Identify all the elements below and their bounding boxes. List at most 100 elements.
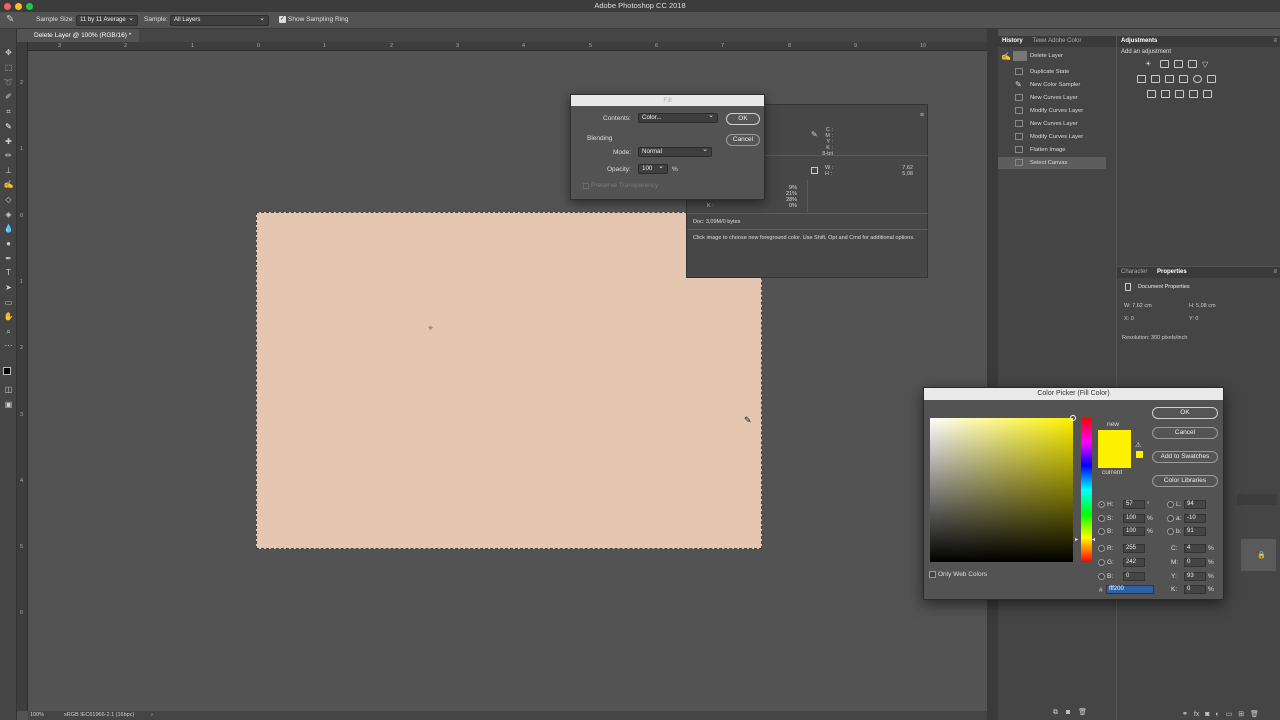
- red-radio[interactable]: [1098, 545, 1105, 552]
- history-item[interactable]: Flatten Image: [998, 144, 1106, 156]
- saturation-radio[interactable]: [1098, 515, 1105, 522]
- document-width[interactable]: W: 7,62 cm: [1124, 303, 1152, 309]
- hue-slider-handle-left[interactable]: ▸: [1075, 536, 1078, 543]
- vibrance-icon[interactable]: ▽: [1202, 60, 1211, 69]
- layer-mask-icon[interactable]: ◙: [1205, 711, 1209, 718]
- exposure-icon[interactable]: [1188, 60, 1197, 68]
- invert-icon[interactable]: [1147, 90, 1156, 98]
- gamut-warning-icon[interactable]: ⚠: [1135, 441, 1141, 449]
- document-tab[interactable]: Delete Layer @ 100% (RGB/16) *: [17, 29, 140, 42]
- threshold-icon[interactable]: [1175, 90, 1184, 98]
- color-balance-icon[interactable]: [1151, 75, 1160, 83]
- move-tool-icon[interactable]: ✥: [3, 47, 14, 58]
- levels-icon[interactable]: [1160, 60, 1169, 68]
- cyan-input[interactable]: 4: [1184, 544, 1206, 553]
- tab-adjustments[interactable]: Adjustments: [1117, 36, 1161, 47]
- zoom-window-button[interactable]: [26, 3, 33, 10]
- clone-stamp-tool-icon[interactable]: ⊥: [3, 165, 14, 176]
- hex-input[interactable]: fff200: [1106, 585, 1154, 594]
- a-input[interactable]: -10: [1184, 514, 1206, 523]
- eraser-tool-icon[interactable]: ◇: [3, 194, 14, 205]
- b-lab-radio[interactable]: [1167, 528, 1174, 535]
- history-item[interactable]: Duplicate State: [998, 66, 1106, 78]
- hue-input[interactable]: 57: [1123, 500, 1145, 509]
- zoom-tool-icon[interactable]: ⌕: [3, 326, 14, 337]
- add-to-swatches-button[interactable]: Add to Swatches: [1152, 451, 1218, 463]
- trash-icon[interactable]: 🗑: [1078, 709, 1087, 716]
- picker-ok-button[interactable]: OK: [1152, 407, 1218, 419]
- status-menu-chevron-icon[interactable]: ›: [151, 711, 153, 720]
- foreground-color-swatch[interactable]: [3, 367, 11, 375]
- marquee-tool-icon[interactable]: ⬚: [3, 62, 14, 73]
- tab-history[interactable]: History: [998, 36, 1027, 47]
- pen-tool-icon[interactable]: ✒: [3, 253, 14, 264]
- sampling-ring-checkbox[interactable]: ✓: [279, 16, 286, 23]
- panel-menu-icon[interactable]: ≡: [1273, 36, 1277, 47]
- quick-mask-icon[interactable]: ◫: [3, 384, 14, 395]
- tab-properties[interactable]: Properties: [1153, 267, 1191, 278]
- document-height[interactable]: H: 5,08 cm: [1189, 303, 1216, 309]
- opacity-input[interactable]: 100: [638, 163, 668, 174]
- history-item[interactable]: New Curves Layer: [998, 92, 1106, 104]
- blue-input[interactable]: 0: [1123, 572, 1145, 581]
- only-web-colors-checkbox[interactable]: [929, 571, 936, 578]
- lightness-input[interactable]: 94: [1184, 500, 1206, 509]
- dodge-tool-icon[interactable]: ●: [3, 238, 14, 249]
- preserve-transparency-checkbox[interactable]: [583, 183, 589, 189]
- tab-adobe-color-themes[interactable]: Теми Adobe Color: [1028, 36, 1085, 47]
- a-radio[interactable]: [1167, 515, 1174, 522]
- document-x[interactable]: X: 0: [1124, 316, 1134, 322]
- close-window-button[interactable]: [4, 3, 11, 10]
- minimize-window-button[interactable]: [15, 3, 22, 10]
- picker-cancel-button[interactable]: Cancel: [1152, 427, 1218, 439]
- tab-character[interactable]: Character: [1117, 267, 1151, 278]
- b-lab-input[interactable]: 91: [1184, 527, 1206, 536]
- blue-radio[interactable]: [1098, 573, 1105, 580]
- quick-select-tool-icon[interactable]: ✐: [3, 91, 14, 102]
- history-item-selected[interactable]: Select Canvas: [998, 157, 1106, 169]
- eyedropper-tool-icon[interactable]: ✎: [3, 121, 14, 132]
- selective-color-icon[interactable]: [1203, 90, 1212, 98]
- out-of-gamut-swatch[interactable]: [1136, 451, 1143, 458]
- hue-slider-handle-right[interactable]: ◂: [1092, 536, 1095, 543]
- mode-select[interactable]: Normal: [638, 146, 712, 157]
- trash-icon[interactable]: 🗑: [1250, 711, 1259, 718]
- history-item[interactable]: Modify Curves Layer: [998, 105, 1106, 117]
- brush-tool-icon[interactable]: ✏: [3, 150, 14, 161]
- adjustment-layer-icon[interactable]: ◐: [1215, 711, 1219, 718]
- eyedropper-tool-preset-icon[interactable]: ✎: [6, 14, 14, 25]
- color-lookup-icon[interactable]: [1207, 75, 1216, 83]
- hue-radio[interactable]: [1098, 501, 1105, 508]
- camera-icon[interactable]: ◙: [1066, 709, 1070, 716]
- panel-menu-icon[interactable]: ≡: [920, 112, 924, 119]
- fill-cancel-button[interactable]: Cancel: [726, 134, 760, 146]
- vertical-ruler[interactable]: 2 1 0 1 2 3 4 5 6: [17, 42, 28, 711]
- lightness-radio[interactable]: [1167, 501, 1174, 508]
- horizontal-ruler[interactable]: 3 2 1 0 1 2 3 4 5 6 7 8 9 10: [28, 42, 987, 51]
- saturation-input[interactable]: 100: [1123, 514, 1145, 523]
- posterize-icon[interactable]: [1161, 90, 1170, 98]
- history-brush-tool-icon[interactable]: ✍: [3, 179, 14, 190]
- zoom-level[interactable]: 100%: [30, 711, 44, 720]
- sample-select[interactable]: All Layers: [170, 14, 269, 26]
- healing-brush-tool-icon[interactable]: ✚: [3, 136, 14, 147]
- document-y[interactable]: Y: 0: [1189, 316, 1198, 322]
- history-item[interactable]: Modify Curves Layer: [998, 131, 1106, 143]
- more-tools-icon[interactable]: ⋯: [3, 340, 14, 351]
- layer-row-background[interactable]: 🔒: [1241, 539, 1276, 571]
- hand-tool-icon[interactable]: ✋: [3, 311, 14, 322]
- photo-filter-icon[interactable]: [1179, 75, 1188, 83]
- channel-mixer-icon[interactable]: [1193, 75, 1202, 83]
- history-item[interactable]: New Curves Layer: [998, 118, 1106, 130]
- history-brush-source-icon[interactable]: ✍: [1001, 51, 1011, 63]
- color-sampler-marker-icon[interactable]: ⌖: [428, 323, 433, 334]
- green-input[interactable]: 242: [1123, 558, 1145, 567]
- new-document-from-state-icon[interactable]: ⧉: [1053, 709, 1058, 716]
- hue-slider[interactable]: [1081, 418, 1092, 562]
- yellow-input[interactable]: 93: [1184, 572, 1206, 581]
- link-layers-icon[interactable]: ⚭: [1182, 711, 1188, 718]
- crop-tool-icon[interactable]: ⌗: [3, 106, 14, 117]
- hue-saturation-icon[interactable]: [1137, 75, 1146, 83]
- gradient-tool-icon[interactable]: ◈: [3, 209, 14, 220]
- fill-ok-button[interactable]: OK: [726, 113, 760, 125]
